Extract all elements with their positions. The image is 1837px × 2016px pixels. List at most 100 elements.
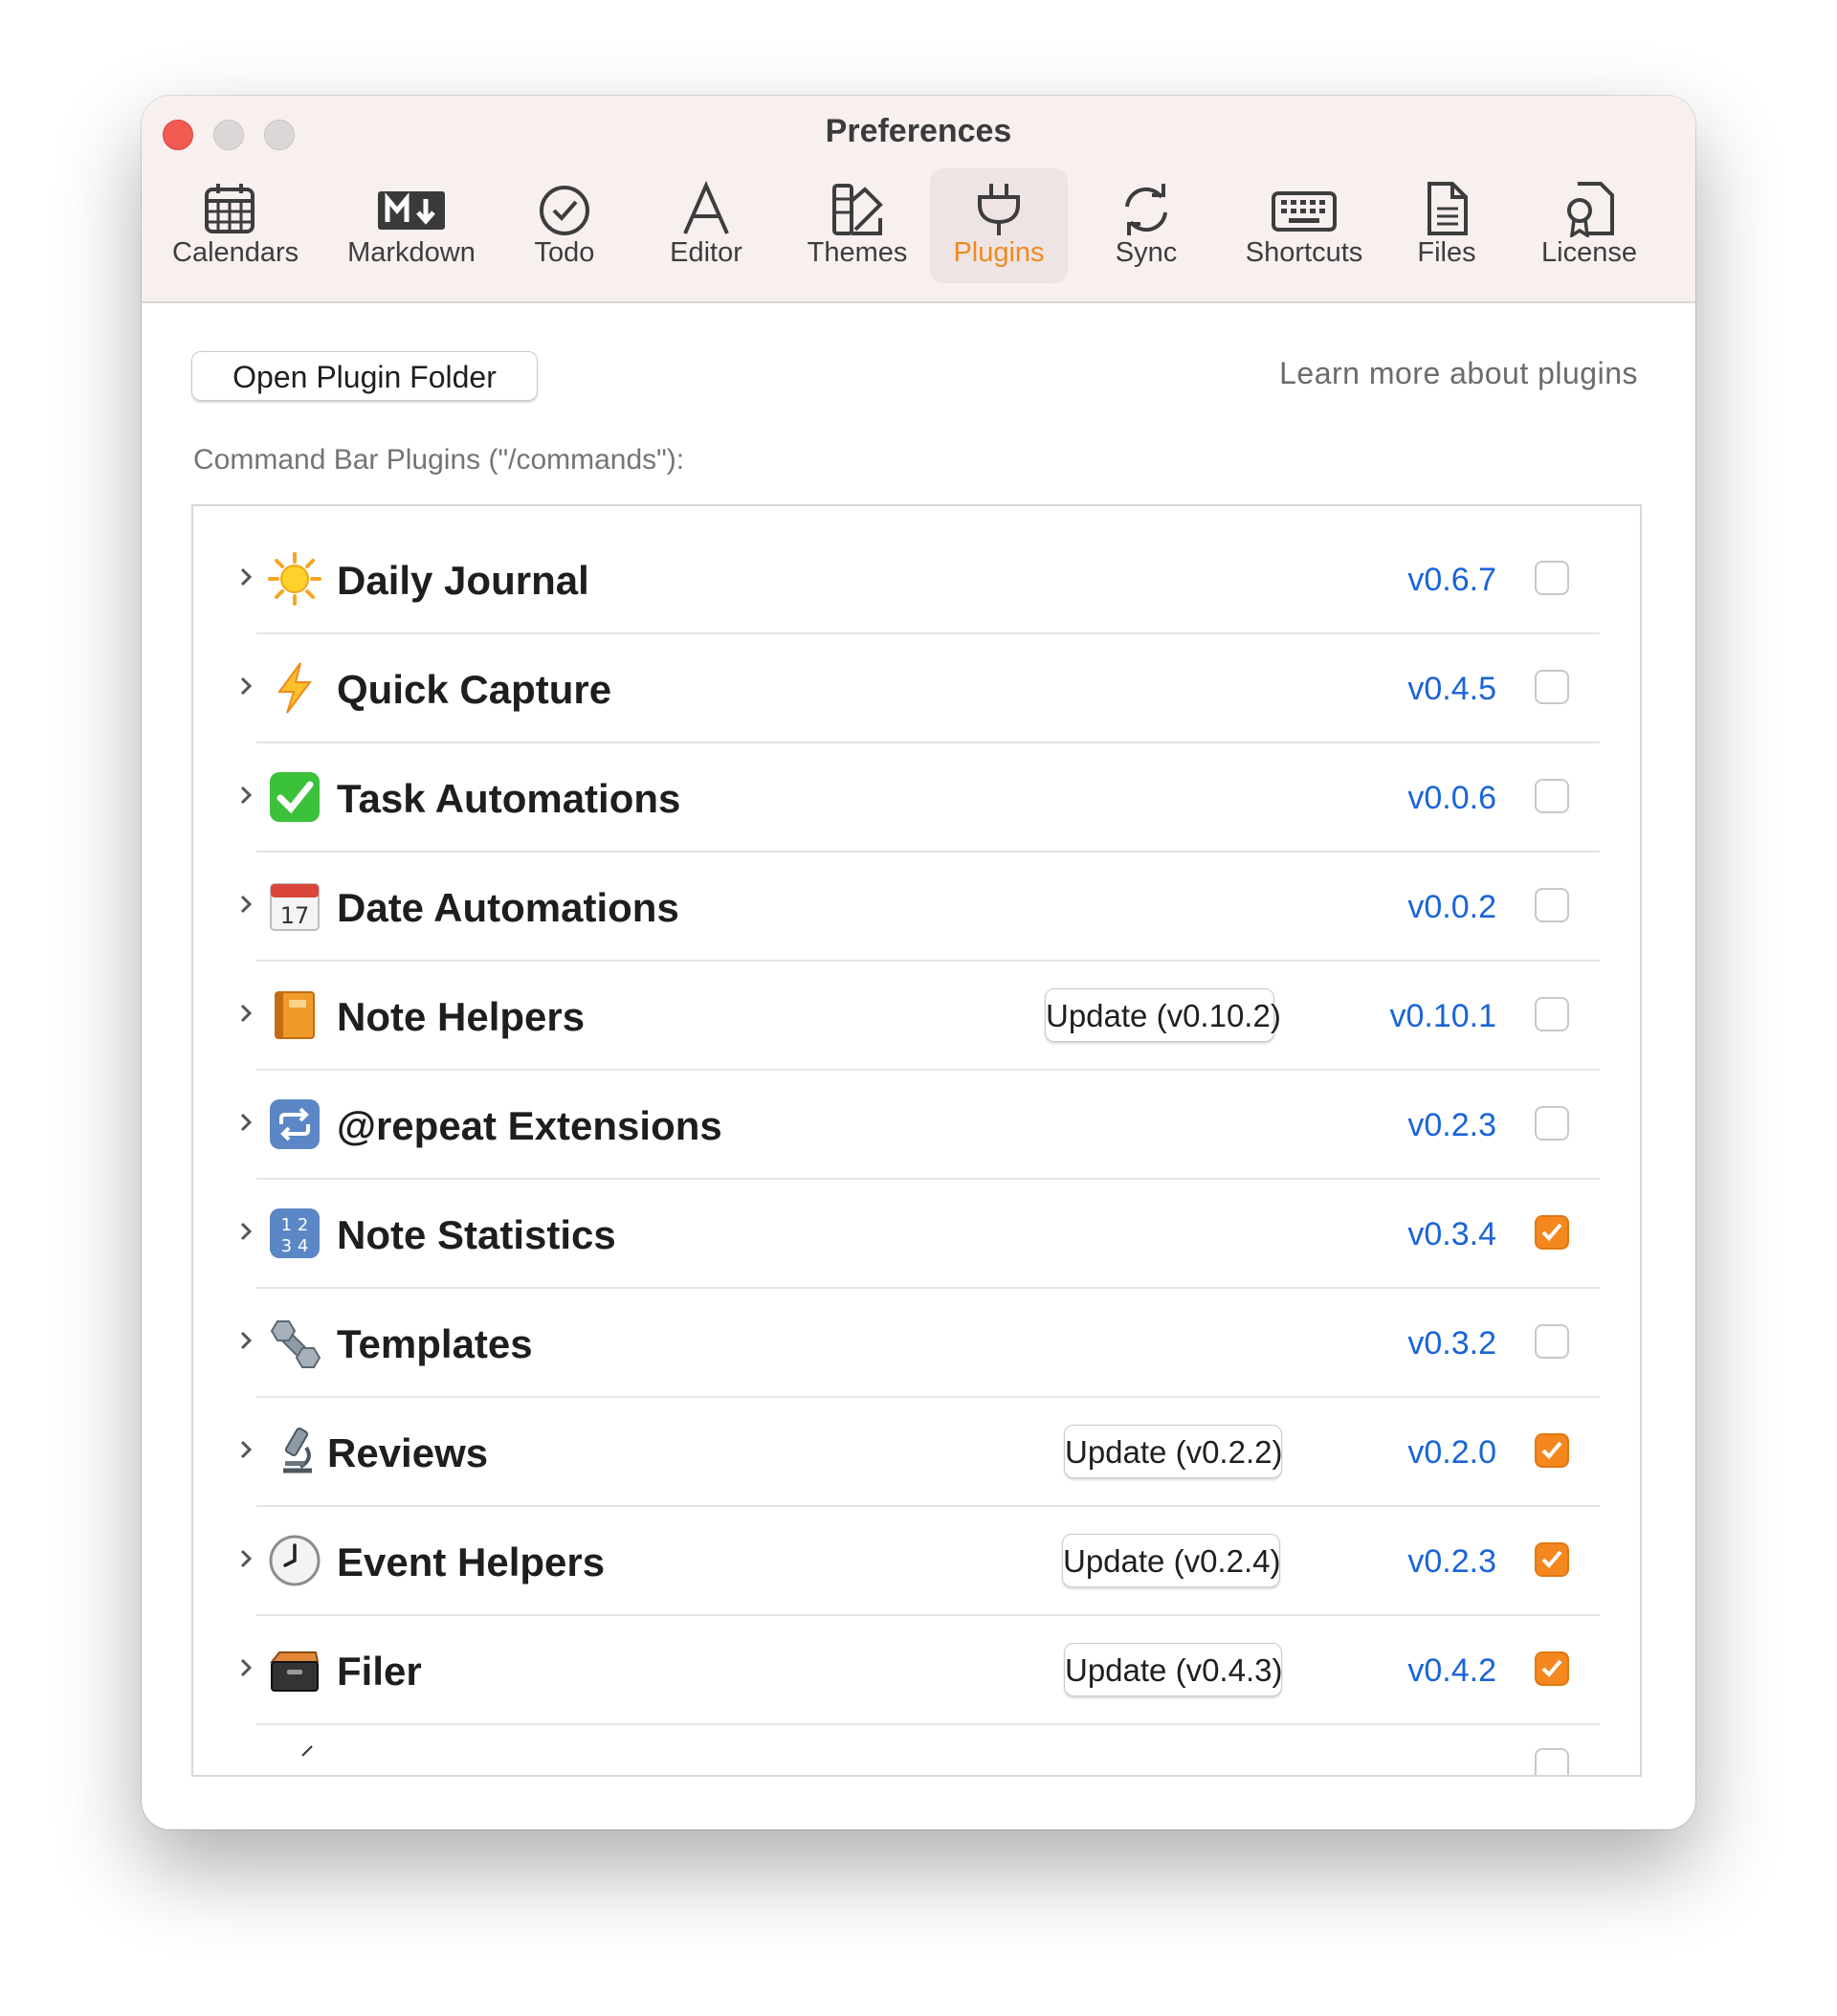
plugin-name: Filer: [337, 1649, 422, 1694]
plugin-enabled-checkbox[interactable]: [1535, 1106, 1569, 1141]
tab-shortcuts[interactable]: Shortcuts: [1223, 168, 1385, 283]
plugin-version-link[interactable]: v0.6.7: [1407, 562, 1496, 599]
tab-label: Files: [1417, 237, 1476, 268]
plugin-name: Task Automations: [337, 776, 681, 821]
tab-label: Editor: [670, 237, 742, 268]
chevron-right-icon[interactable]: [233, 1654, 260, 1681]
plugin-name: Quick Capture: [337, 667, 612, 712]
update-plugin-button[interactable]: Update (v0.2.2): [1064, 1425, 1282, 1478]
keyboard-icon: [1272, 191, 1337, 232]
update-plugin-button[interactable]: Update (v0.4.3): [1064, 1643, 1282, 1696]
check-mark-icon: [270, 772, 320, 822]
plugin-version-link[interactable]: v0.10.1: [1389, 998, 1496, 1035]
partial-icon: [301, 1745, 313, 1757]
calendar-icon: [205, 184, 255, 233]
chevron-right-icon[interactable]: [233, 673, 260, 699]
plugin-version-link[interactable]: v0.2.3: [1407, 1543, 1496, 1581]
preferences-window: Preferences Calendars Markdown Todo Edit…: [142, 96, 1695, 1829]
plugin-enabled-checkbox[interactable]: [1535, 1542, 1569, 1577]
plugin-row[interactable]: Task Automations v0.0.6: [193, 743, 1640, 853]
update-plugin-button[interactable]: Update (v0.10.2): [1045, 988, 1281, 1042]
plugin-version-link[interactable]: v0.3.2: [1407, 1325, 1496, 1362]
plugin-list[interactable]: Daily Journal v0.6.7 Quick Capture v0.4.…: [191, 504, 1642, 1777]
plugin-enabled-checkbox[interactable]: [1535, 1651, 1569, 1686]
bolt-nut-icon: [270, 1320, 321, 1368]
plugin-version-link[interactable]: v0.2.3: [1407, 1107, 1496, 1144]
update-plugin-button[interactable]: Update (v0.2.4): [1062, 1534, 1280, 1587]
svg-text:3 4: 3 4: [281, 1236, 309, 1256]
chevron-right-icon[interactable]: [233, 564, 260, 590]
plugin-row[interactable]: Templates v0.3.2: [193, 1289, 1640, 1398]
editor-letter-icon: [683, 181, 729, 234]
checkmark-icon: [1541, 1223, 1562, 1241]
checkmark-icon: [1541, 1659, 1562, 1677]
notebook-icon: [275, 991, 315, 1039]
plugin-row[interactable]: Quick Capture v0.4.5: [193, 634, 1640, 743]
plugin-version-link[interactable]: v0.3.4: [1407, 1216, 1496, 1253]
plug-icon: [978, 184, 1020, 235]
plugin-row[interactable]: @repeat Extensions v0.2.3: [193, 1071, 1640, 1180]
plugin-row[interactable]: 17 Date Automations v0.0.2: [193, 853, 1640, 962]
section-label: Command Bar Plugins ("/commands"):: [193, 444, 685, 476]
plugin-version-link[interactable]: v0.2.0: [1407, 1434, 1496, 1472]
plugin-enabled-checkbox[interactable]: [1535, 561, 1569, 595]
plugin-enabled-checkbox[interactable]: [1535, 1215, 1569, 1250]
plugin-enabled-checkbox[interactable]: [1535, 888, 1569, 922]
chevron-right-icon[interactable]: [233, 1109, 260, 1136]
checkmark-icon: [1541, 1441, 1562, 1459]
plugin-enabled-checkbox[interactable]: [1535, 670, 1569, 704]
plugin-row[interactable]: Note Helpers Update (v0.10.2) v0.10.1: [193, 962, 1640, 1071]
license-icon: [1567, 182, 1614, 237]
tab-label: Shortcuts: [1245, 237, 1363, 268]
plugin-row[interactable]: Event Helpers Update (v0.2.4) v0.2.3: [193, 1507, 1640, 1616]
file-cabinet-icon: [269, 1651, 320, 1692]
plugin-row[interactable]: Filer Update (v0.4.3) v0.4.2: [193, 1616, 1640, 1725]
open-plugin-folder-button[interactable]: Open Plugin Folder: [191, 351, 538, 401]
tab-plugins[interactable]: Plugins: [930, 168, 1068, 283]
tab-license[interactable]: License: [1529, 168, 1649, 283]
tab-todo[interactable]: Todo: [517, 168, 612, 283]
plugin-name: Reviews: [327, 1430, 489, 1475]
tab-label: Calendars: [172, 237, 299, 268]
tab-files[interactable]: Files: [1399, 168, 1494, 283]
sun-icon: [268, 552, 321, 606]
file-icon: [1428, 182, 1468, 235]
tab-editor[interactable]: Editor: [658, 168, 754, 283]
plugin-enabled-checkbox[interactable]: [1535, 1433, 1569, 1468]
chevron-right-icon[interactable]: [233, 1218, 260, 1245]
plugin-version-link[interactable]: v0.4.5: [1407, 671, 1496, 708]
tab-themes[interactable]: Themes: [800, 168, 915, 283]
plugin-enabled-checkbox[interactable]: [1535, 997, 1569, 1031]
plugin-enabled-checkbox[interactable]: [1535, 1324, 1569, 1359]
plugin-row[interactable]: 1 2 3 4 Note Statistics v0.3.4: [193, 1180, 1640, 1289]
plugin-name: Date Automations: [337, 885, 679, 930]
plugin-row[interactable]: Reviews Update (v0.2.2) v0.2.0: [193, 1398, 1640, 1507]
plugin-version-link[interactable]: v0.4.2: [1407, 1652, 1496, 1690]
chevron-right-icon[interactable]: [233, 1327, 260, 1354]
tab-label: Markdown: [347, 237, 476, 268]
tab-label: Todo: [534, 237, 595, 268]
tab-markdown[interactable]: Markdown: [344, 168, 478, 283]
plugin-enabled-checkbox[interactable]: [1535, 1748, 1569, 1775]
titlebar: Preferences Calendars Markdown Todo Edit…: [142, 96, 1695, 303]
plugin-enabled-checkbox[interactable]: [1535, 779, 1569, 813]
plugin-name: Daily Journal: [337, 558, 589, 603]
chevron-right-icon[interactable]: [233, 782, 260, 809]
tab-label: Themes: [807, 237, 908, 268]
chevron-right-icon[interactable]: [233, 1000, 260, 1027]
tab-calendars[interactable]: Calendars: [172, 168, 299, 283]
plugin-version-link[interactable]: v0.0.6: [1407, 780, 1496, 817]
repeat-icon: [270, 1099, 320, 1149]
plugin-row-partial[interactable]: [193, 1725, 1640, 1775]
lightning-icon: [277, 662, 312, 714]
plugin-name: @repeat Extensions: [337, 1103, 722, 1148]
chevron-right-icon[interactable]: [233, 1545, 260, 1572]
chevron-right-icon[interactable]: [233, 891, 260, 918]
learn-more-link[interactable]: Learn more about plugins: [1279, 356, 1638, 391]
todo-check-icon: [540, 186, 589, 235]
tab-sync[interactable]: Sync: [1098, 168, 1194, 283]
chevron-right-icon[interactable]: [233, 1436, 260, 1463]
plugin-row[interactable]: Daily Journal v0.6.7: [193, 525, 1640, 634]
tab-label: License: [1541, 237, 1637, 268]
plugin-version-link[interactable]: v0.0.2: [1407, 889, 1496, 926]
